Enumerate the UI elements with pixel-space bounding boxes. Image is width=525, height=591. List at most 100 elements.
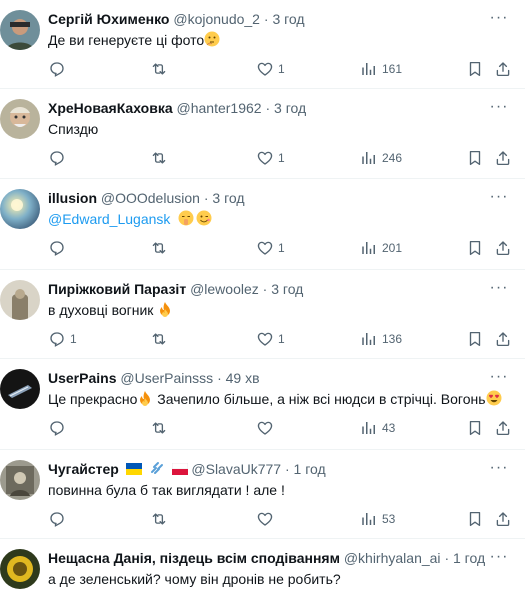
like-icon: [256, 419, 274, 437]
reply-item[interactable]: Пиріжковий Паразіт @lewoolez · 3 год ···…: [0, 270, 525, 359]
like-button[interactable]: 1: [256, 238, 285, 258]
more-icon[interactable]: ···: [487, 97, 511, 121]
timestamp[interactable]: 3 год: [212, 190, 244, 206]
reply-item[interactable]: ХреНоваяКаховка @hanter1962 · 3 год ··· …: [0, 89, 525, 179]
thinking-face-emoji: [204, 31, 220, 47]
more-icon[interactable]: ···: [487, 367, 511, 391]
ukraine-flag-icon: [125, 463, 142, 475]
mention-link[interactable]: @Edward_Lugansk: [48, 211, 170, 227]
reply-count: 1: [70, 332, 77, 346]
reply-button[interactable]: [48, 418, 70, 438]
views-button[interactable]: 136: [360, 329, 402, 349]
display-name[interactable]: Сергій Юхименко: [48, 11, 169, 27]
display-name[interactable]: Чугайстер: [48, 461, 119, 477]
timestamp[interactable]: 3 год: [272, 11, 304, 27]
reply-item[interactable]: Сергій Юхименко @kojonudo_2 · 3 год ··· …: [0, 0, 525, 89]
display-name[interactable]: ХреНоваяКаховка: [48, 100, 173, 116]
reply-icon: [48, 239, 66, 257]
user-handle[interactable]: @UserPainsss: [120, 370, 213, 386]
user-handle[interactable]: @kojonudo_2: [173, 11, 260, 27]
display-name[interactable]: Пиріжковий Паразіт: [48, 281, 186, 297]
reply-item[interactable]: UserPains @UserPainsss · 49 хв ··· Це пр…: [0, 359, 525, 450]
bookmark-icon: [466, 149, 484, 167]
reply-item[interactable]: Нещасна Данія, піздець всім сподіванням …: [0, 539, 525, 591]
retweet-button[interactable]: [150, 329, 172, 349]
retweet-button[interactable]: [150, 509, 172, 529]
like-icon: [256, 510, 274, 528]
more-icon[interactable]: ···: [487, 187, 511, 211]
retweet-button[interactable]: [150, 418, 172, 438]
bookmark-button[interactable]: [466, 418, 488, 438]
display-name[interactable]: Нещасна Данія, піздець всім сподіванням: [48, 550, 340, 566]
user-handle[interactable]: @SlavaUk777: [191, 461, 281, 477]
user-handle[interactable]: @lewoolez: [190, 281, 259, 297]
more-icon[interactable]: ···: [487, 547, 511, 571]
bookmark-button[interactable]: [466, 509, 488, 529]
avatar[interactable]: [0, 189, 40, 229]
share-button[interactable]: [494, 59, 516, 79]
like-button[interactable]: 1: [256, 148, 285, 168]
user-handle[interactable]: @hanter1962: [177, 100, 262, 116]
views-button[interactable]: 161: [360, 59, 402, 79]
like-count: 1: [278, 62, 285, 76]
timestamp[interactable]: 3 год: [274, 100, 306, 116]
avatar[interactable]: [0, 549, 40, 589]
avatar[interactable]: [0, 280, 40, 320]
reply-text: Це прекрасно Зачепило більше, а ніж всі …: [48, 389, 511, 409]
bookmark-button[interactable]: [466, 329, 488, 349]
bookmark-icon: [466, 330, 484, 348]
timestamp[interactable]: 1 год: [453, 550, 485, 566]
reply-header: UserPains @UserPainsss · 49 хв: [48, 368, 485, 388]
reply-button[interactable]: 1: [48, 329, 77, 349]
share-icon: [494, 149, 512, 167]
share-button[interactable]: [494, 509, 516, 529]
views-button[interactable]: 53: [360, 509, 395, 529]
like-button[interactable]: 1: [256, 59, 285, 79]
reply-button[interactable]: [48, 148, 70, 168]
avatar[interactable]: [0, 369, 40, 409]
user-handle[interactable]: @khirhyalan_ai: [344, 550, 441, 566]
reply-text: Спиздю: [48, 119, 511, 139]
reply-item[interactable]: illusion @OOOdelusion · 3 год ··· @Edwar…: [0, 179, 525, 270]
like-button[interactable]: 1: [256, 329, 285, 349]
bookmark-button[interactable]: [466, 59, 488, 79]
timestamp[interactable]: 1 год: [294, 461, 326, 477]
more-icon[interactable]: ···: [487, 8, 511, 32]
timestamp[interactable]: 3 год: [271, 281, 303, 297]
more-icon[interactable]: ···: [487, 278, 511, 302]
views-icon: [360, 239, 378, 257]
retweet-icon: [150, 510, 168, 528]
timestamp[interactable]: 49 хв: [226, 370, 260, 386]
share-button[interactable]: [494, 148, 516, 168]
views-button[interactable]: 246: [360, 148, 402, 168]
view-count: 53: [382, 512, 396, 526]
like-button[interactable]: [256, 418, 278, 438]
avatar[interactable]: [0, 10, 40, 50]
reply-text-part-1: Це прекрасно: [48, 391, 138, 407]
reply-item[interactable]: Чугайстер @SlavaUk777 · 1 год ··· повинн…: [0, 450, 525, 539]
reply-button[interactable]: [48, 509, 70, 529]
share-button[interactable]: [494, 329, 516, 349]
views-button[interactable]: 201: [360, 238, 402, 258]
avatar[interactable]: [0, 460, 40, 500]
bookmark-button[interactable]: [466, 148, 488, 168]
more-icon[interactable]: ···: [487, 458, 511, 482]
like-button[interactable]: [256, 509, 278, 529]
poland-flag-icon: [171, 463, 188, 475]
reply-button[interactable]: [48, 238, 70, 258]
views-button[interactable]: 43: [360, 418, 395, 438]
reply-button[interactable]: [48, 59, 70, 79]
avatar[interactable]: [0, 99, 40, 139]
bookmark-button[interactable]: [466, 238, 488, 258]
retweet-button[interactable]: [150, 238, 172, 258]
reply-text-content: в духовці вогник: [48, 302, 154, 318]
display-name[interactable]: UserPains: [48, 370, 116, 386]
share-button[interactable]: [494, 238, 516, 258]
retweet-button[interactable]: [150, 59, 172, 79]
display-name[interactable]: illusion: [48, 190, 97, 206]
views-icon: [360, 60, 378, 78]
user-handle[interactable]: @OOOdelusion: [101, 190, 200, 206]
fire-emoji: [140, 391, 151, 406]
share-button[interactable]: [494, 418, 516, 438]
retweet-button[interactable]: [150, 148, 172, 168]
